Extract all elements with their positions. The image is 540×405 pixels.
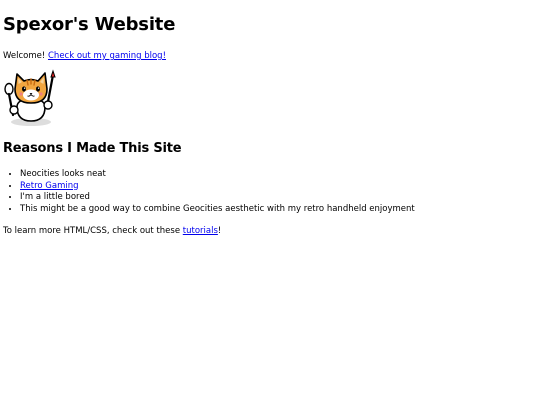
page-content: Spexor's Website Welcome! Check out my g…: [0, 0, 540, 237]
outro-suffix: !: [217, 226, 222, 236]
reason-bored: I'm a little bored: [20, 192, 90, 202]
list-item: This might be a good way to combine Geoc…: [20, 204, 537, 216]
list-item: Neocities looks neat: [20, 169, 537, 181]
reasons-list: Neocities looks neat Retro Gaming I'm a …: [3, 169, 537, 215]
intro-paragraph: Welcome! Check out my gaming blog!: [3, 50, 537, 62]
reasons-heading: Reasons I Made This Site: [3, 141, 182, 156]
reason-geocities: This might be a good way to combine Geoc…: [20, 203, 415, 214]
reason-neocities: Neocities looks neat: [20, 169, 106, 179]
tutorials-link[interactable]: tutorials: [183, 226, 218, 236]
list-item: Retro Gaming: [20, 181, 537, 193]
gaming-blog-link[interactable]: Check out my gaming blog!: [48, 51, 166, 61]
cat-mascot-icon: [4, 69, 56, 126]
outro-text: To learn more HTML/CSS, check out these: [3, 226, 183, 236]
list-item: I'm a little bored: [20, 192, 537, 204]
intro-text: Welcome!: [3, 51, 48, 61]
outro-paragraph: To learn more HTML/CSS, check out these …: [3, 225, 537, 237]
page-title: Spexor's Website: [3, 14, 176, 35]
retro-gaming-link[interactable]: Retro Gaming: [20, 181, 79, 191]
